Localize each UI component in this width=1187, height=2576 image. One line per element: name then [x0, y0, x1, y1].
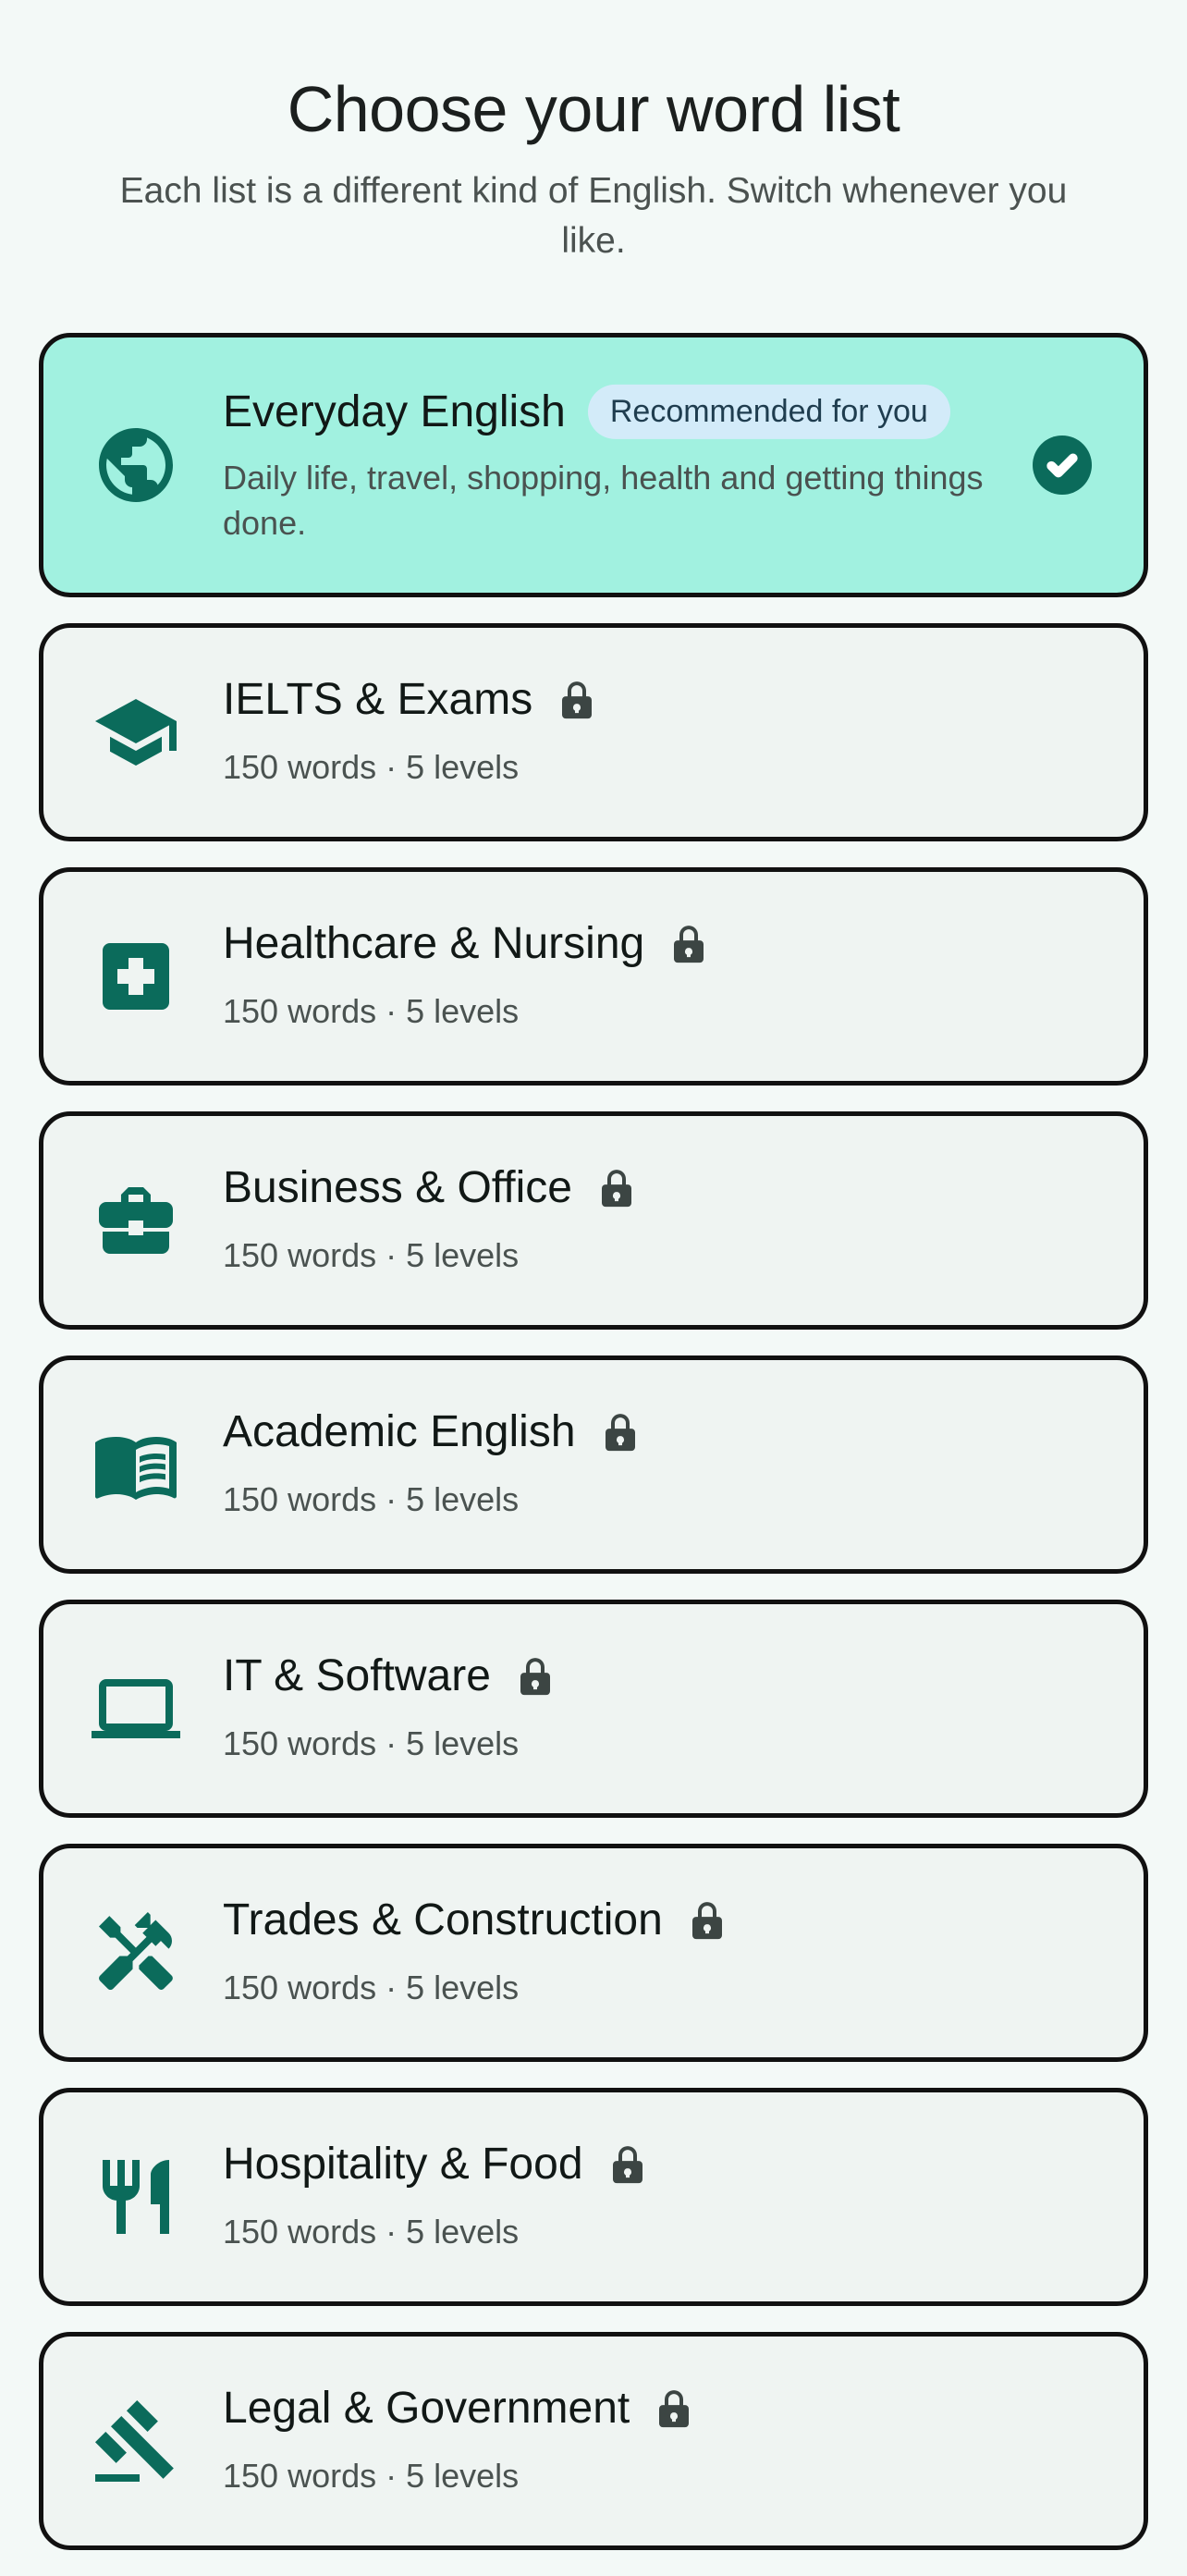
- lock-icon: [598, 1168, 635, 1208]
- card-title-row: Business & Office: [223, 1162, 1005, 1213]
- globe-icon: [90, 419, 182, 511]
- card-content: Hospitality & Food 150 words · 5 levels: [223, 2139, 1005, 2255]
- card-title: IT & Software: [223, 1651, 491, 1701]
- card-meta: 150 words · 5 levels: [223, 2457, 520, 2496]
- card-title: Legal & Government: [223, 2384, 630, 2434]
- word-list-card-hospitality-food[interactable]: Hospitality & Food 150 words · 5 levels: [39, 2088, 1148, 2306]
- recommended-badge: Recommended for you: [587, 384, 950, 439]
- checkmark-icon: [1033, 435, 1092, 495]
- lock-icon: [602, 1412, 639, 1453]
- card-description: Daily life, travel, shopping, health and…: [223, 458, 984, 542]
- card-title: Business & Office: [223, 1163, 572, 1213]
- word-list-options: Everyday English Recommended for you Dai…: [39, 333, 1148, 2576]
- lock-icon: [655, 2388, 692, 2429]
- card-meta: 150 words · 5 levels: [223, 1480, 520, 1519]
- fork-knife-icon: [90, 2151, 182, 2243]
- card-title: Everyday English: [223, 386, 566, 436]
- card-title: Hospitality & Food: [223, 2140, 583, 2190]
- word-list-screen: Choose your word list Each list is a dif…: [0, 0, 1187, 2569]
- card-content: IELTS & Exams 150 words · 5 levels: [223, 674, 1005, 791]
- lock-icon: [558, 680, 595, 720]
- card-content: Business & Office 150 words · 5 levels: [223, 1162, 1005, 1279]
- lock-icon: [609, 2144, 646, 2185]
- card-title-row: IELTS & Exams: [223, 674, 1005, 725]
- card-title-row: Healthcare & Nursing: [223, 918, 1005, 969]
- briefcase-icon: [90, 1174, 182, 1267]
- card-content: Healthcare & Nursing 150 words · 5 level…: [223, 918, 1005, 1035]
- card-title-row: Academic English: [223, 1406, 1005, 1457]
- card-meta: 150 words · 5 levels: [223, 1724, 520, 1763]
- card-title-row: IT & Software: [223, 1650, 1005, 1701]
- card-meta: 150 words · 5 levels: [223, 1969, 520, 2007]
- word-list-card-academic-english[interactable]: Academic English 150 words · 5 levels: [39, 1355, 1148, 1574]
- word-list-card-it-software[interactable]: IT & Software 150 words · 5 levels: [39, 1600, 1148, 1818]
- open-book-icon: [90, 1418, 182, 1511]
- word-list-card-ielts-exams[interactable]: IELTS & Exams 150 words · 5 levels: [39, 623, 1148, 841]
- page-title: Choose your word list: [287, 73, 900, 145]
- card-meta: 150 words · 5 levels: [223, 1236, 520, 1275]
- word-list-card-legal-government[interactable]: Legal & Government 150 words · 5 levels: [39, 2332, 1148, 2550]
- card-content: Academic English 150 words · 5 levels: [223, 1406, 1005, 1523]
- card-title: IELTS & Exams: [223, 675, 533, 725]
- card-meta: 150 words · 5 levels: [223, 992, 520, 1031]
- card-meta: 150 words · 5 levels: [223, 748, 520, 787]
- word-list-card-business-office[interactable]: Business & Office 150 words · 5 levels: [39, 1111, 1148, 1330]
- lock-icon: [670, 924, 707, 964]
- tools-icon: [90, 1907, 182, 1999]
- graduation-cap-icon: [90, 686, 182, 779]
- lock-icon: [689, 1900, 726, 1941]
- card-title-row: Legal & Government: [223, 2383, 1005, 2434]
- card-title-row: Hospitality & Food: [223, 2139, 1005, 2190]
- word-list-card-everyday-english[interactable]: Everyday English Recommended for you Dai…: [39, 333, 1148, 597]
- card-title: Trades & Construction: [223, 1895, 663, 1945]
- card-title: Academic English: [223, 1407, 576, 1457]
- word-list-card-healthcare-nursing[interactable]: Healthcare & Nursing 150 words · 5 level…: [39, 867, 1148, 1086]
- card-title: Healthcare & Nursing: [223, 919, 645, 969]
- card-content: Legal & Government 150 words · 5 levels: [223, 2383, 1005, 2499]
- card-content: Everyday English Recommended for you Dai…: [223, 384, 1005, 546]
- card-content: IT & Software 150 words · 5 levels: [223, 1650, 1005, 1767]
- card-title-row: Trades & Construction: [223, 1895, 1005, 1945]
- gavel-icon: [90, 2395, 182, 2487]
- word-list-card-trades-construction[interactable]: Trades & Construction 150 words · 5 leve…: [39, 1844, 1148, 2062]
- medical-cross-icon: [90, 930, 182, 1023]
- card-content: Trades & Construction 150 words · 5 leve…: [223, 1895, 1005, 2011]
- card-title-row: Everyday English Recommended for you: [223, 384, 1005, 439]
- card-meta: 150 words · 5 levels: [223, 2213, 520, 2251]
- page-subtitle: Each list is a different kind of English…: [119, 171, 1068, 261]
- laptop-icon: [90, 1662, 182, 1755]
- lock-icon: [517, 1656, 554, 1697]
